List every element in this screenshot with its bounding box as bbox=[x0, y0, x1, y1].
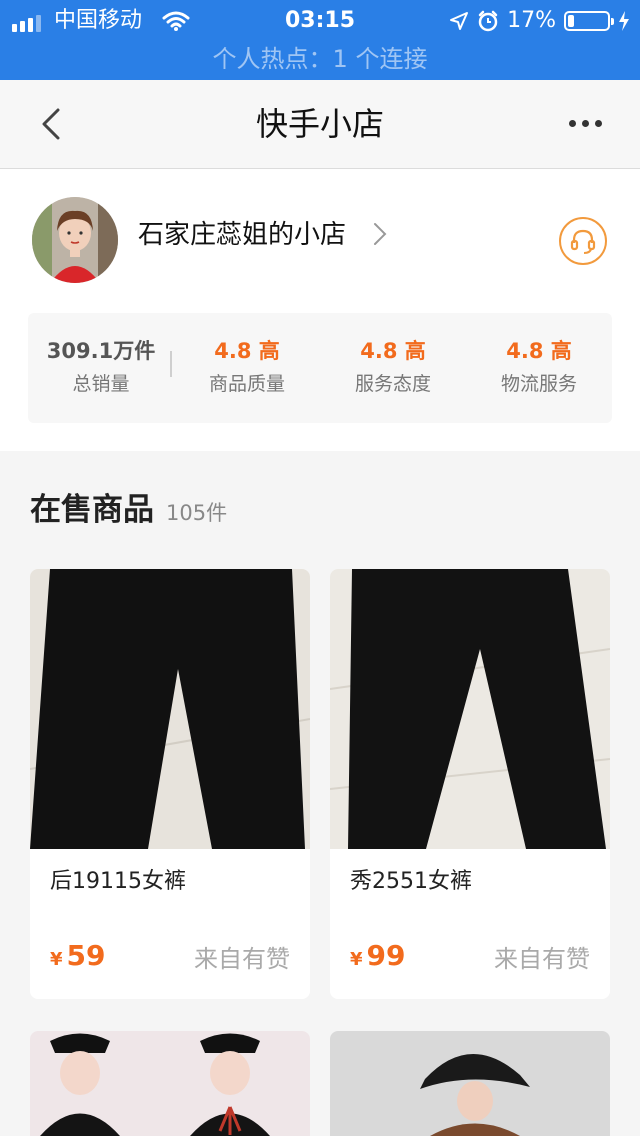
stat-value: 4.8 高 bbox=[360, 339, 426, 363]
product-price: ¥59 bbox=[50, 939, 106, 972]
stat-product-quality: 4.8 高 商品质量 bbox=[174, 337, 320, 399]
product-card[interactable]: 秀2551女裤 ¥99 来自有赞 bbox=[330, 569, 610, 999]
shop-name[interactable]: 石家庄蕊姐的小店 bbox=[138, 215, 346, 255]
product-card[interactable] bbox=[330, 1031, 610, 1136]
headset-icon bbox=[570, 229, 596, 254]
product-image[interactable] bbox=[330, 569, 610, 849]
product-image[interactable] bbox=[330, 1031, 610, 1136]
product-card[interactable] bbox=[30, 1031, 310, 1136]
stat-label: 物流服务 bbox=[500, 373, 577, 395]
hotspot-banner[interactable]: 个人热点：1 个连接 bbox=[0, 42, 640, 76]
stat-value: 4.8 高 bbox=[214, 339, 280, 363]
product-source: 来自有赞 bbox=[194, 945, 290, 973]
product-count: 105件 bbox=[166, 501, 228, 525]
customer-service-button[interactable] bbox=[559, 217, 607, 265]
stat-logistics-service: 4.8 高 物流服务 bbox=[466, 337, 612, 399]
stat-value: 309.1万件 bbox=[46, 339, 156, 363]
product-price: ¥99 bbox=[350, 939, 406, 972]
charging-icon bbox=[619, 11, 629, 31]
shop-header: 石家庄蕊姐的小店 309.1万件 总销量 4.8 高 商品质量 4.8 高 服务… bbox=[0, 169, 640, 451]
price-value: 99 bbox=[366, 939, 406, 972]
stat-label: 总销量 bbox=[72, 373, 130, 395]
stat-divider bbox=[170, 351, 172, 377]
shop-avatar[interactable] bbox=[32, 197, 118, 283]
product-source: 来自有赞 bbox=[494, 945, 590, 973]
more-options-icon[interactable] bbox=[569, 120, 602, 127]
page-title: 快手小店 bbox=[255, 105, 384, 143]
alarm-icon bbox=[478, 10, 498, 32]
stat-label: 商品质量 bbox=[208, 373, 285, 395]
navigation-bar: 快手小店 bbox=[0, 80, 640, 169]
currency-symbol: ¥ bbox=[50, 949, 63, 970]
stat-total-sales: 309.1万件 总销量 bbox=[28, 337, 174, 399]
price-value: 59 bbox=[66, 939, 106, 972]
product-title: 后19115女裤 bbox=[50, 869, 186, 894]
stat-value: 4.8 高 bbox=[506, 339, 572, 363]
products-section-header: 在售商品 105件 bbox=[30, 484, 227, 534]
battery-icon bbox=[564, 11, 614, 31]
section-title: 在售商品 bbox=[30, 492, 154, 528]
product-card[interactable]: 后19115女裤 ¥59 来自有赞 bbox=[30, 569, 310, 999]
stat-service-attitude: 4.8 高 服务态度 bbox=[320, 337, 466, 399]
status-bar: 中国移动 03:15 17% 个人热点：1 个连接 bbox=[0, 0, 640, 80]
shop-stats-panel: 309.1万件 总销量 4.8 高 商品质量 4.8 高 服务态度 4.8 高 … bbox=[28, 313, 612, 423]
battery-percentage: 17% bbox=[507, 8, 556, 33]
chevron-right-icon[interactable] bbox=[372, 221, 388, 247]
currency-symbol: ¥ bbox=[350, 949, 363, 970]
location-icon bbox=[450, 12, 469, 30]
stat-label: 服务态度 bbox=[354, 373, 431, 395]
product-title: 秀2551女裤 bbox=[350, 869, 472, 894]
product-image[interactable] bbox=[30, 1031, 310, 1136]
product-image[interactable] bbox=[30, 569, 310, 849]
